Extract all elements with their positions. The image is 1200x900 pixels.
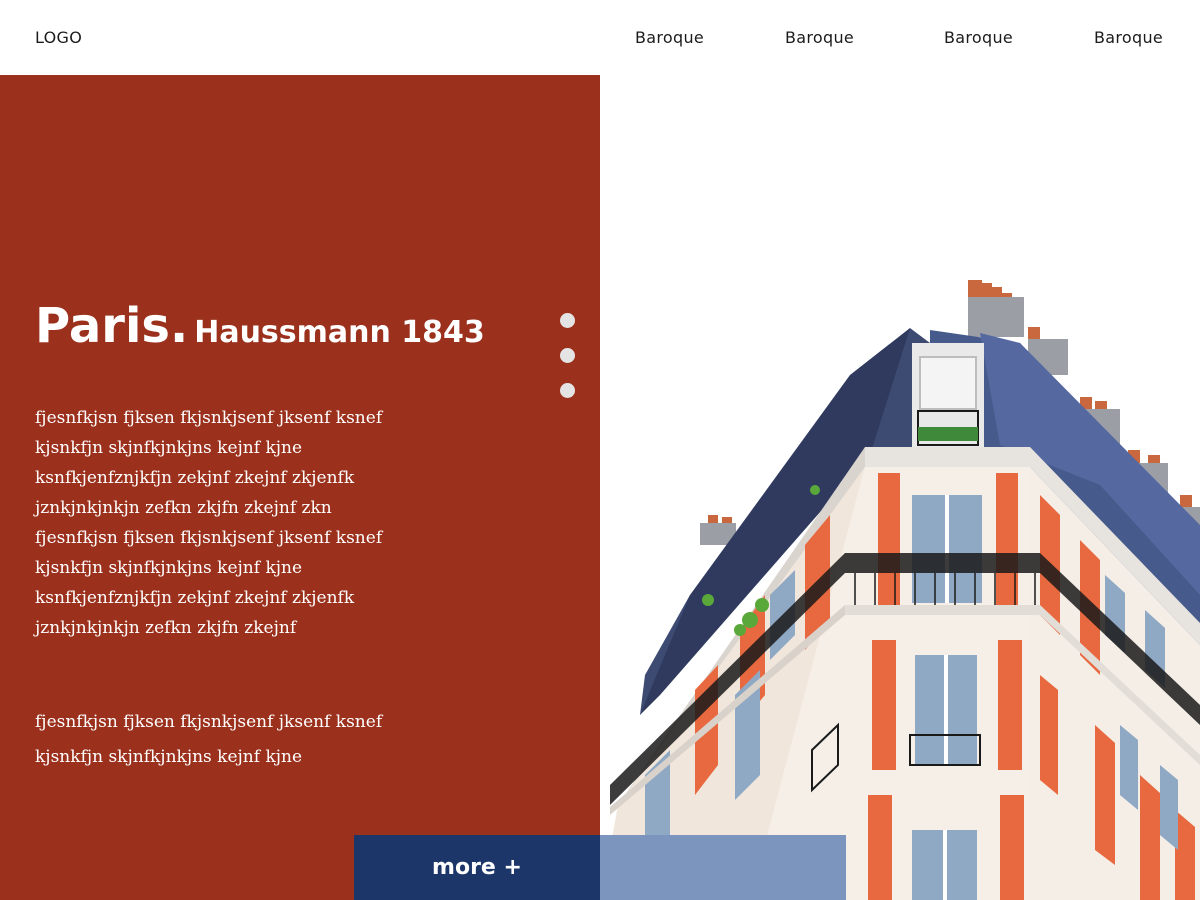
- paragraph-line: fjesnfkjsn fjksen fkjsnkjsenf jksenf ksn…: [35, 528, 383, 548]
- paragraph-line: ksnfkjenfznjkfjn zekjnf zkejnf zkjenfk: [35, 468, 355, 488]
- nav-link-baroque-2[interactable]: Baroque: [785, 28, 854, 47]
- paragraph-line: jznkjnkjnkjn zefkn zkjfn zkejnf zkn: [35, 498, 332, 518]
- more-section: more +: [354, 835, 846, 900]
- hero-paragraph-2: fjesnfkjsn fjksen fkjsnkjsenf jksenf ksn…: [35, 705, 382, 775]
- paragraph-line: jznkjnkjnkjn zefkn zkjfn zkejnf: [35, 618, 297, 638]
- site-header: LOGO Baroque Baroque Baroque Baroque: [0, 0, 1200, 75]
- slide-dot-1[interactable]: [560, 313, 575, 328]
- building-photo: [600, 75, 1200, 900]
- hero-paragraph-1: fjesnfkjsn fjksen fkjsnkjsenf jksenf ksn…: [35, 403, 382, 643]
- paragraph-line: kjsnkfjn skjnfkjnkjns kejnf kjne: [35, 747, 303, 767]
- paragraph-line: fjesnfkjsn fjksen fkjsnkjsenf jksenf ksn…: [35, 712, 383, 732]
- more-accent-block: [600, 835, 846, 900]
- paragraph-line: kjsnkfjn skjnfkjnkjns kejnf kjne: [35, 558, 303, 578]
- more-button[interactable]: more +: [354, 835, 600, 900]
- paragraph-line: kjsnkfjn skjnfkjnkjns kejnf kjne: [35, 438, 303, 458]
- slide-dot-3[interactable]: [560, 383, 575, 398]
- paragraph-line: ksnfkjenfznjkfjn zekjnf zkejnf zkjenfk: [35, 588, 355, 608]
- slide-dots: [560, 313, 575, 418]
- nav-link-baroque-1[interactable]: Baroque: [635, 28, 704, 47]
- logo[interactable]: LOGO: [35, 28, 82, 47]
- nav-link-baroque-4[interactable]: Baroque: [1094, 28, 1163, 47]
- paragraph-line: fjesnfkjsn fjksen fkjsnkjsenf jksenf ksn…: [35, 408, 383, 428]
- hero-title: Paris. Haussmann 1843: [35, 298, 485, 354]
- building-illustration: [600, 280, 1200, 900]
- hero-title-main: Paris.: [35, 298, 189, 354]
- slide-dot-2[interactable]: [560, 348, 575, 363]
- nav-link-baroque-3[interactable]: Baroque: [944, 28, 1013, 47]
- hero-title-sub: Haussmann 1843: [194, 315, 485, 350]
